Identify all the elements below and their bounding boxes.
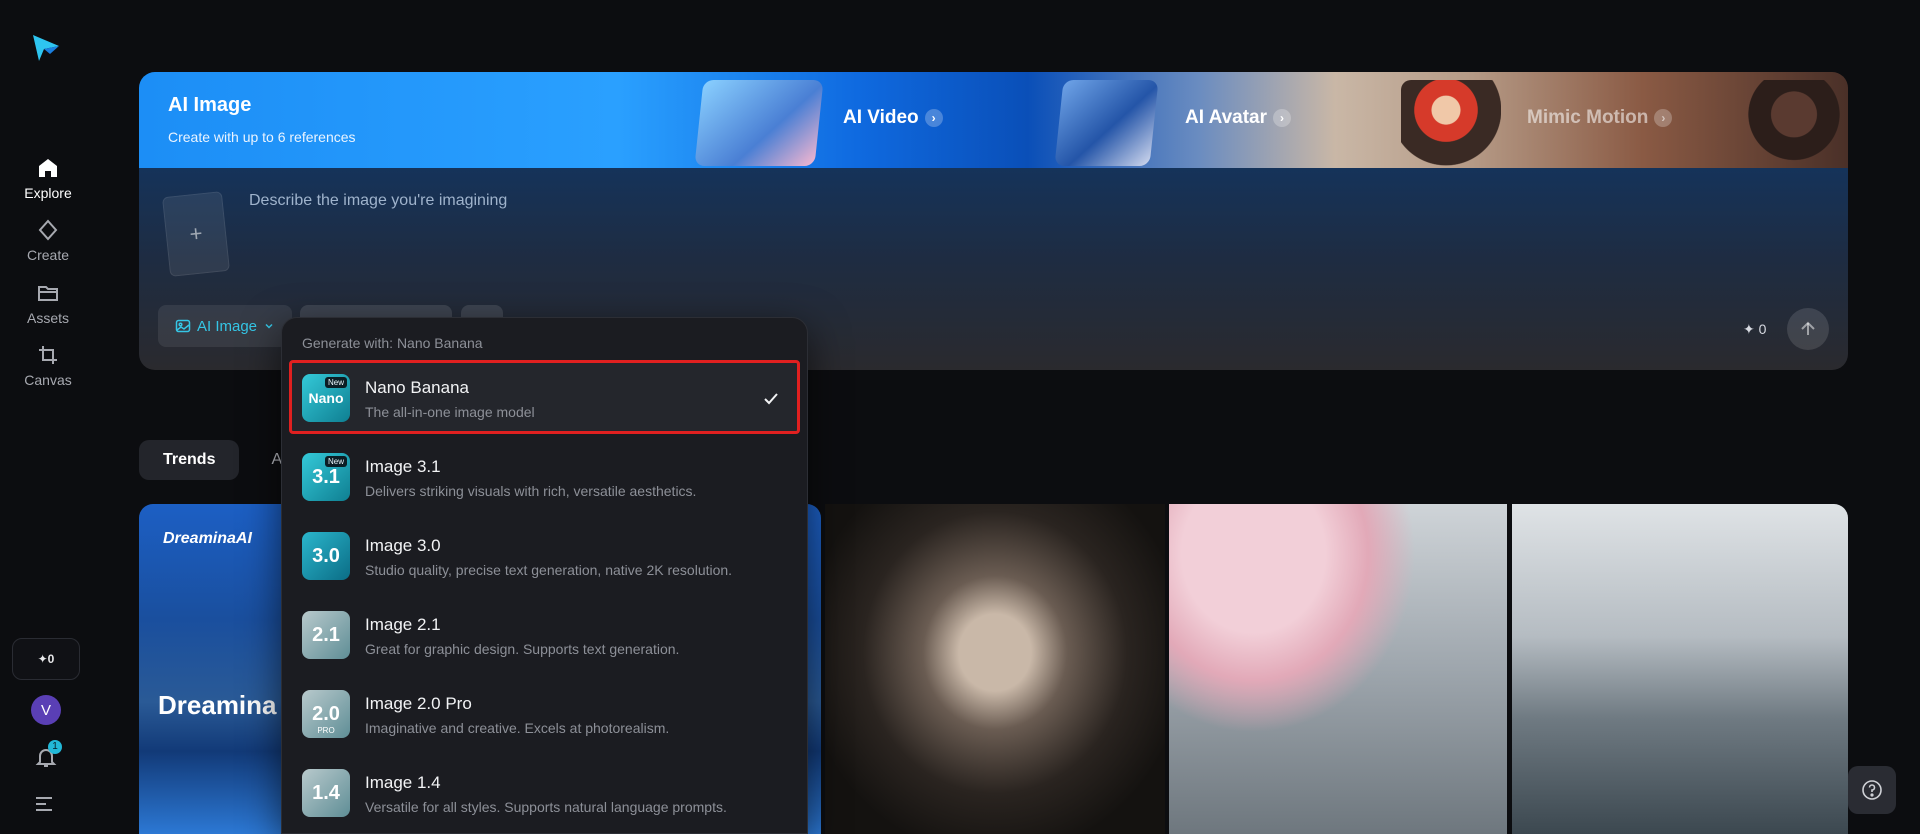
model-name: Nano Banana bbox=[365, 378, 469, 397]
model-name: Image 2.1 bbox=[365, 615, 441, 634]
image-2-1-model-icon: 2.1 bbox=[302, 611, 350, 659]
arrow-up-icon bbox=[1801, 321, 1815, 335]
ai-video-link[interactable]: AI Video › bbox=[843, 107, 943, 129]
model-option-image-2-0-pro[interactable]: 2.0 PRO Image 2.0 Pro Imaginative and cr… bbox=[290, 677, 799, 749]
generate-button[interactable] bbox=[1787, 308, 1829, 350]
gallery-tile[interactable] bbox=[1169, 504, 1507, 834]
model-description: The all-in-one image model bbox=[365, 404, 535, 420]
sidebar-item-label: Create bbox=[26, 247, 70, 263]
image-3-1-model-icon: 3.1 New bbox=[302, 453, 350, 501]
model-description: Delivers striking visuals with rich, ver… bbox=[365, 483, 697, 499]
image-icon bbox=[175, 319, 191, 333]
menu-icon[interactable] bbox=[36, 795, 56, 813]
model-description: Great for graphic design. Supports text … bbox=[365, 641, 680, 657]
model-option-image-3-0[interactable]: 3.0 Image 3.0 Studio quality, precise te… bbox=[290, 519, 799, 591]
sidebar-item-label: Assets bbox=[26, 310, 69, 326]
feature-banner: AI Image Create with up to 6 references … bbox=[139, 72, 1848, 168]
ai-video-thumbnail bbox=[694, 80, 824, 166]
gallery-tile[interactable] bbox=[1512, 504, 1848, 834]
dropdown-header: Generate with: Nano Banana bbox=[302, 335, 483, 351]
ai-avatar-link[interactable]: AI Avatar › bbox=[1185, 107, 1292, 129]
banner-subtitle: Create with up to 6 references bbox=[168, 129, 356, 145]
mode-label: AI Image bbox=[196, 317, 258, 335]
pro-badge: PRO bbox=[317, 726, 335, 735]
model-option-nano-banana[interactable]: Nano New Nano Banana The all-in-one imag… bbox=[289, 360, 800, 434]
ai-avatar-label: AI Avatar bbox=[1185, 107, 1268, 128]
mimic-motion-label: Mimic Motion bbox=[1527, 107, 1649, 128]
folder-icon bbox=[38, 286, 58, 301]
mimic-motion-thumbnail bbox=[1401, 80, 1501, 166]
model-name: Image 3.1 bbox=[365, 457, 441, 476]
dreamina-ai-logo: DreaminaAI bbox=[163, 530, 252, 547]
credits-button[interactable]: ✦0 bbox=[12, 638, 80, 680]
model-option-image-3-1[interactable]: 3.1 New Image 3.1 Delivers striking visu… bbox=[290, 440, 799, 512]
model-description: Imaginative and creative. Excels at phot… bbox=[365, 720, 670, 736]
home-icon bbox=[39, 159, 57, 177]
model-name: Image 1.4 bbox=[365, 773, 441, 792]
image-2-0-pro-model-icon: 2.0 PRO bbox=[302, 690, 350, 738]
sidebar-item-explore[interactable]: Explore bbox=[0, 156, 96, 212]
chevron-down-icon bbox=[265, 323, 273, 329]
banner-title: AI Image bbox=[168, 94, 252, 116]
credits-cost: ✦ 0 bbox=[1743, 321, 1767, 337]
crop-icon bbox=[39, 346, 57, 364]
model-option-image-2-1[interactable]: 2.1 Image 2.1 Great for graphic design. … bbox=[290, 598, 799, 670]
ai-video-label: AI Video bbox=[843, 107, 919, 128]
model-description: Studio quality, precise text generation,… bbox=[365, 562, 733, 578]
model-name: Image 3.0 bbox=[365, 536, 441, 555]
tile-title: Dreamina A bbox=[158, 690, 302, 720]
diamond-icon bbox=[38, 219, 58, 241]
help-icon bbox=[1862, 780, 1882, 800]
app-root: Explore Create Assets Canvas ✦0 V 1 AI I… bbox=[0, 0, 1920, 834]
chevron-right-icon: › bbox=[1273, 109, 1292, 127]
sidebar-item-create[interactable]: Create bbox=[0, 218, 96, 274]
chevron-right-icon: › bbox=[1654, 109, 1673, 127]
sidebar-item-label: Explore bbox=[24, 185, 72, 201]
plus-icon: + bbox=[188, 220, 204, 247]
prompt-input[interactable] bbox=[249, 186, 1449, 216]
check-icon bbox=[764, 393, 778, 405]
extra-thumbnail bbox=[1739, 80, 1848, 166]
new-badge: New bbox=[324, 456, 347, 467]
model-name: Image 2.0 Pro bbox=[365, 694, 472, 713]
sidebar-item-canvas[interactable]: Canvas bbox=[0, 343, 96, 399]
sidebar-item-label: Canvas bbox=[24, 372, 72, 388]
help-button[interactable] bbox=[1848, 766, 1896, 814]
model-option-image-1-4[interactable]: 1.4 Image 1.4 Versatile for all styles. … bbox=[290, 756, 799, 828]
avatar[interactable]: V bbox=[31, 695, 61, 725]
model-dropdown: Generate with: Nano Banana Nano New Nano… bbox=[281, 317, 808, 834]
new-badge: New bbox=[324, 377, 347, 388]
gallery-tile[interactable] bbox=[825, 504, 1165, 834]
tab-trends[interactable]: Trends bbox=[139, 440, 240, 480]
chevron-right-icon: › bbox=[924, 109, 943, 127]
mode-selector-button[interactable]: AI Image bbox=[158, 305, 292, 347]
sidebar: Explore Create Assets Canvas ✦0 V 1 bbox=[0, 0, 96, 834]
ai-avatar-thumbnail bbox=[1054, 80, 1159, 166]
add-reference-button[interactable]: + bbox=[161, 191, 231, 277]
image-3-0-model-icon: 3.0 bbox=[302, 532, 350, 580]
mimic-motion-link[interactable]: Mimic Motion › bbox=[1527, 107, 1673, 129]
dreamina-logo-icon[interactable] bbox=[30, 32, 62, 64]
nano-banana-model-icon: Nano New bbox=[302, 374, 350, 422]
notification-badge: 1 bbox=[48, 740, 62, 754]
sidebar-item-assets[interactable]: Assets bbox=[0, 281, 96, 337]
model-description: Versatile for all styles. Supports natur… bbox=[365, 799, 727, 815]
image-1-4-model-icon: 1.4 bbox=[302, 769, 350, 817]
